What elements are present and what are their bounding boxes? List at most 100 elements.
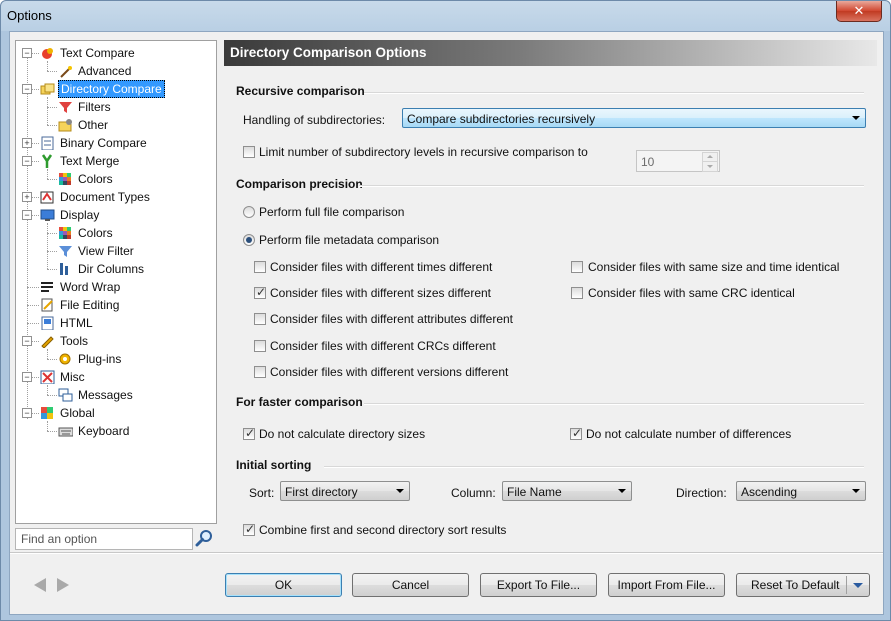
- direction-value: Ascending: [741, 485, 798, 499]
- full-comparison-radio[interactable]: [243, 206, 255, 218]
- sort-combo[interactable]: First directory: [280, 481, 410, 501]
- word-wrap-icon: [40, 280, 55, 294]
- collapse-icon[interactable]: −: [22, 48, 32, 58]
- same-size-time-checkbox[interactable]: [571, 261, 583, 273]
- back-arrow-icon[interactable]: [34, 578, 46, 592]
- diff-attributes-label: Consider files with different attributes…: [270, 312, 514, 326]
- tree-item-label: File Editing: [60, 298, 120, 312]
- tree-connector: [47, 169, 48, 179]
- diff-sizes-checkbox[interactable]: [254, 285, 266, 299]
- tree-connector: [47, 179, 57, 180]
- import-button[interactable]: Import From File...: [608, 573, 725, 597]
- dialog-client: Text Compare − Advanced Directory Compare − F…: [9, 31, 884, 615]
- expand-icon[interactable]: +: [22, 192, 32, 202]
- tree-connector: [47, 349, 48, 359]
- forward-arrow-icon[interactable]: [57, 578, 69, 592]
- tree-item-label: Global: [60, 406, 95, 420]
- ok-button[interactable]: OK: [225, 573, 342, 597]
- same-crc-checkbox[interactable]: [571, 287, 583, 299]
- wrench-icon: [40, 334, 55, 349]
- metadata-comparison-radio[interactable]: [243, 234, 255, 246]
- tree-item-label: Colors: [78, 172, 113, 186]
- tree-item-label: Filters: [78, 100, 111, 114]
- section-recursive: Recursive comparison: [236, 84, 365, 98]
- reset-dropdown-toggle[interactable]: [846, 576, 869, 594]
- tree-item-label: Text Compare: [60, 46, 135, 60]
- options-panel: Directory Comparison Options Recursive c…: [224, 40, 877, 537]
- metadata-comparison-label: Perform file metadata comparison: [259, 233, 440, 247]
- tree-connector: [47, 125, 57, 126]
- tree-item-label: Text Merge: [60, 154, 120, 168]
- cancel-button[interactable]: Cancel: [352, 573, 469, 597]
- diff-sizes-label: Consider files with different sizes diff…: [270, 286, 491, 300]
- tree-connector: [47, 233, 57, 234]
- close-button[interactable]: ✕: [836, 1, 882, 22]
- diff-times-label: Consider files with different times diff…: [270, 260, 493, 274]
- filter-icon: [58, 100, 73, 114]
- section-faster: For faster comparison: [236, 395, 363, 409]
- tree-item-label: Binary Compare: [60, 136, 147, 150]
- full-comparison-label: Perform full file comparison: [259, 205, 405, 219]
- limit-levels-checkbox[interactable]: [243, 146, 255, 158]
- window-title: Options: [7, 8, 52, 23]
- handling-value: Compare subdirectories recursively: [407, 112, 596, 126]
- misc-icon: [40, 370, 55, 385]
- collapse-icon[interactable]: −: [22, 336, 32, 346]
- sort-value: First directory: [285, 485, 358, 499]
- tree-item-label: Keyboard: [78, 424, 130, 438]
- panel-title: Directory Comparison Options: [224, 40, 877, 66]
- chevron-down-icon: [853, 583, 863, 588]
- diff-crcs-checkbox[interactable]: [254, 340, 266, 352]
- document-types-icon: [40, 190, 55, 204]
- collapse-icon[interactable]: −: [22, 372, 32, 382]
- text-compare-icon: [40, 46, 55, 60]
- reset-button-label: Reset To Default: [751, 578, 840, 592]
- limit-levels-spinner[interactable]: 10: [636, 150, 720, 172]
- divider: [359, 185, 864, 187]
- tree-connector: [27, 53, 28, 419]
- diff-versions-checkbox[interactable]: [254, 366, 266, 378]
- tree-item-label: Other: [78, 118, 109, 132]
- tree-item-label: Document Types: [60, 190, 150, 204]
- messages-icon: [58, 388, 73, 402]
- column-combo[interactable]: File Name: [502, 481, 632, 501]
- divider: [364, 92, 864, 94]
- export-button[interactable]: Export To File...: [480, 573, 597, 597]
- collapse-icon[interactable]: −: [22, 156, 32, 166]
- expand-icon[interactable]: +: [22, 138, 32, 148]
- tree-connector: [47, 61, 48, 71]
- tree-connector: [27, 287, 39, 288]
- tree-item-label: Advanced: [78, 64, 132, 78]
- collapse-icon[interactable]: −: [22, 408, 32, 418]
- diff-attributes-checkbox[interactable]: [254, 313, 266, 325]
- reset-button[interactable]: Reset To Default: [736, 573, 870, 597]
- tree-item-label: Misc: [60, 370, 85, 384]
- options-tree[interactable]: Text Compare − Advanced Directory Compare − F…: [15, 40, 217, 524]
- sort-label: Sort:: [249, 486, 275, 500]
- handling-combo[interactable]: Compare subdirectories recursively: [402, 108, 866, 128]
- spin-down-icon[interactable]: [702, 161, 718, 172]
- search-icon[interactable]: [195, 528, 215, 548]
- tree-connector: [27, 323, 39, 324]
- title-bar[interactable]: Options ✕: [1, 1, 890, 31]
- diff-times-checkbox[interactable]: [254, 261, 266, 273]
- tree-connector: [47, 251, 57, 252]
- divider: [324, 466, 864, 468]
- collapse-icon[interactable]: −: [22, 84, 32, 94]
- direction-combo[interactable]: Ascending: [736, 481, 866, 501]
- merge-icon: [40, 154, 55, 168]
- combine-sort-checkbox[interactable]: [243, 522, 255, 536]
- collapse-icon[interactable]: −: [22, 210, 32, 220]
- wand-icon: [58, 64, 73, 78]
- chevron-down-icon: [852, 489, 860, 493]
- tree-connector: [47, 421, 48, 431]
- column-label: Column:: [451, 486, 496, 500]
- colors-grid-icon: [58, 172, 73, 186]
- tree-item-label: Word Wrap: [60, 280, 121, 294]
- file-edit-icon: [40, 298, 55, 312]
- dir-sizes-checkbox[interactable]: [243, 426, 255, 440]
- limit-levels-value: 10: [641, 155, 655, 169]
- binary-icon: [40, 136, 55, 151]
- num-diffs-checkbox[interactable]: [570, 426, 582, 440]
- search-input[interactable]: Find an option: [15, 528, 193, 550]
